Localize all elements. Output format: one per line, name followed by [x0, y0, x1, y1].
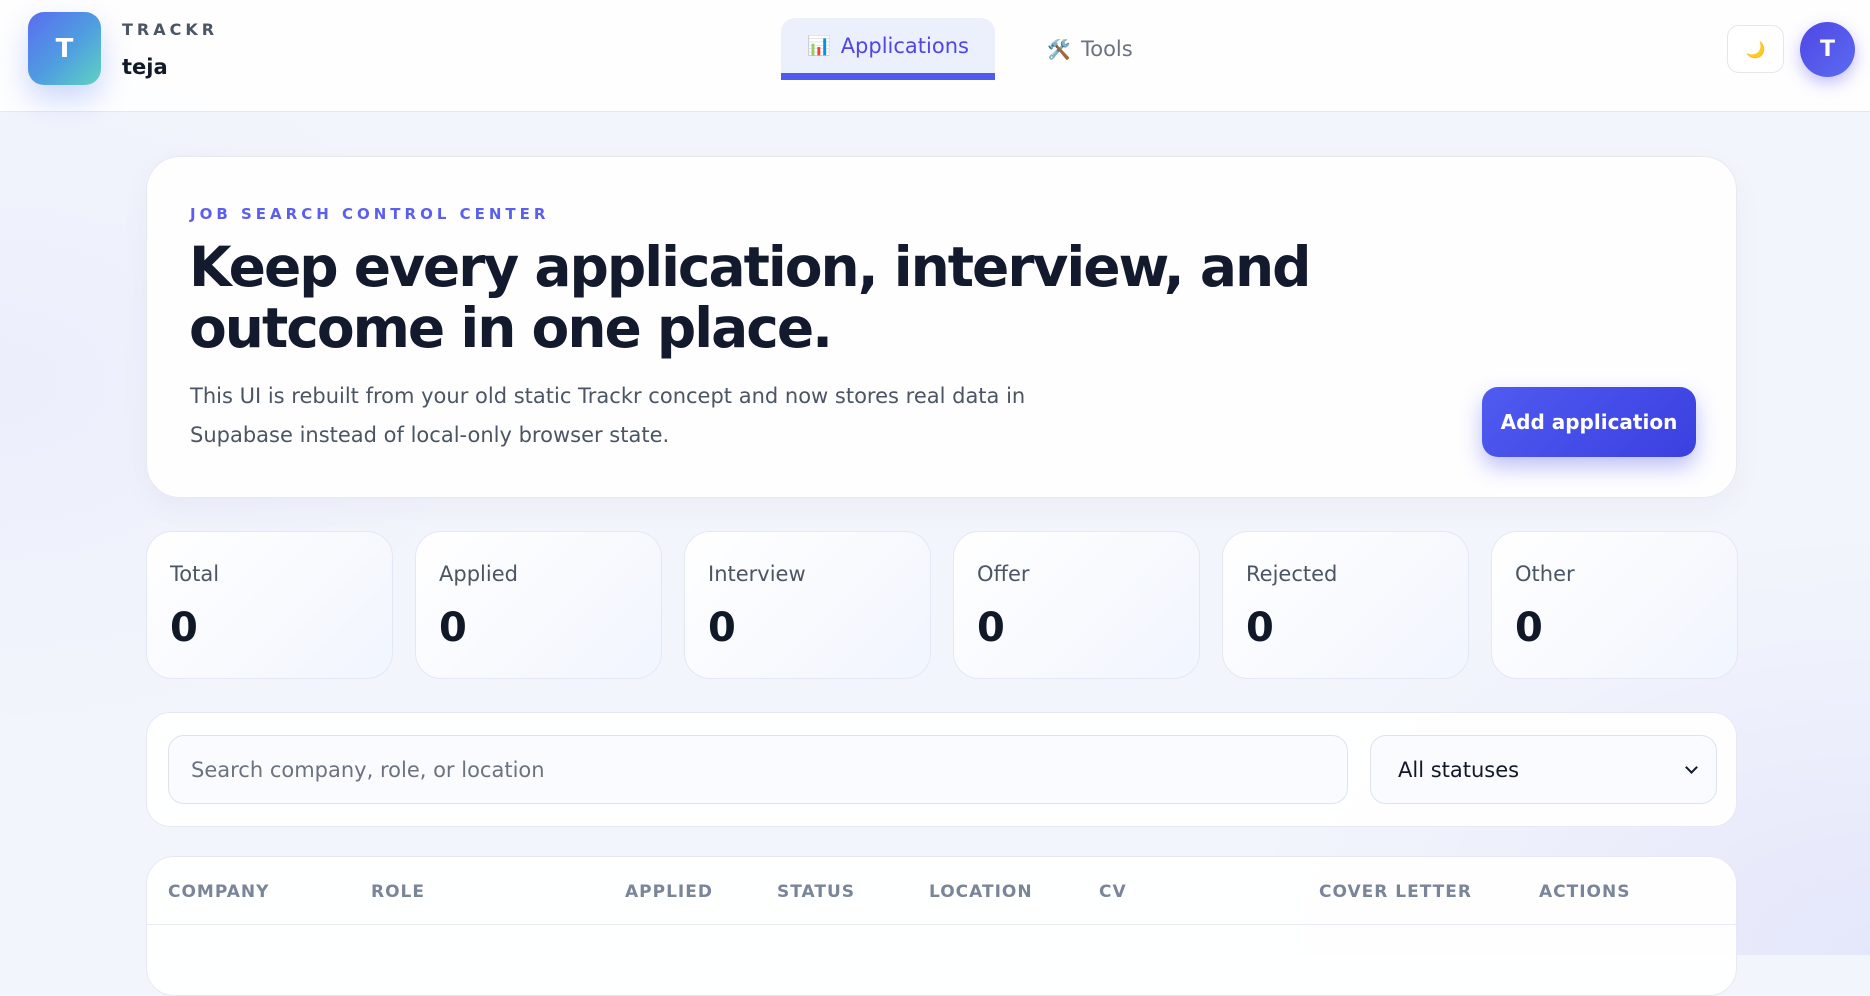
column-header-actions: ACTIONS: [1539, 882, 1631, 902]
tab-applications[interactable]: 📊 Applications: [781, 18, 995, 80]
column-header-status[interactable]: STATUS: [777, 882, 855, 902]
stat-label: Interview: [708, 562, 806, 586]
column-header-company[interactable]: COMPANY: [168, 882, 269, 902]
status-filter-value: All statuses: [1398, 757, 1520, 782]
column-header-applied[interactable]: APPLIED: [625, 882, 713, 902]
stat-card-other: Other 0: [1491, 531, 1738, 679]
tab-tools[interactable]: 🛠️ Tools: [1025, 18, 1155, 80]
table-header: COMPANY ROLE APPLIED STATUS LOCATION CV …: [147, 857, 1736, 925]
moon-icon: 🌙: [1745, 39, 1766, 59]
logo-letter: T: [55, 33, 74, 64]
search-input[interactable]: Search company, role, or location: [168, 735, 1348, 804]
hero-description: This UI is rebuilt from your old static …: [190, 384, 1026, 447]
user-name: teja: [122, 55, 168, 79]
stat-card-offer: Offer 0: [953, 531, 1200, 679]
chevron-down-icon: [1685, 761, 1698, 774]
column-header-cover-letter[interactable]: COVER LETTER: [1319, 882, 1472, 902]
app-logo[interactable]: T: [28, 12, 101, 85]
tab-tools-label: Tools: [1080, 37, 1133, 61]
bar-chart-icon: 📊: [807, 35, 831, 57]
tab-applications-label: Applications: [840, 33, 969, 58]
theme-toggle-button[interactable]: 🌙: [1727, 25, 1784, 73]
stat-card-interview: Interview 0: [684, 531, 931, 679]
hero-kicker: JOB SEARCH CONTROL CENTER: [190, 205, 550, 223]
applications-table: COMPANY ROLE APPLIED STATUS LOCATION CV …: [146, 856, 1737, 996]
filter-bar: Search company, role, or location All st…: [146, 712, 1737, 827]
page-title: Keep every application, interview, and o…: [189, 235, 1311, 360]
status-filter-select[interactable]: All statuses: [1370, 735, 1717, 804]
column-header-cv[interactable]: CV: [1099, 882, 1127, 902]
tools-icon: 🛠️: [1047, 38, 1071, 61]
stat-card-applied: Applied 0: [415, 531, 662, 679]
stat-label: Other: [1515, 562, 1575, 586]
stat-value: 0: [1246, 605, 1274, 651]
stat-value: 0: [170, 605, 198, 651]
stat-label: Offer: [977, 562, 1030, 586]
stat-label: Rejected: [1246, 562, 1338, 586]
stat-value: 0: [439, 605, 467, 651]
avatar-letter: T: [1819, 37, 1835, 62]
stat-value: 0: [708, 605, 736, 651]
stat-label: Applied: [439, 562, 518, 586]
stat-value: 0: [977, 605, 1005, 651]
stat-card-total: Total 0: [146, 531, 393, 679]
column-header-location[interactable]: LOCATION: [929, 882, 1033, 902]
hero-card: JOB SEARCH CONTROL CENTER Keep every app…: [146, 156, 1737, 498]
stat-value: 0: [1515, 605, 1543, 651]
stat-label: Total: [170, 562, 220, 586]
add-application-button[interactable]: Add application: [1482, 387, 1696, 457]
search-placeholder: Search company, role, or location: [191, 757, 545, 782]
stat-card-rejected: Rejected 0: [1222, 531, 1469, 679]
column-header-role[interactable]: ROLE: [371, 882, 425, 902]
top-bar: T TRACKR teja 📊 Applications 🛠️ Tools 🌙 …: [0, 0, 1870, 112]
brand-name: TRACKR: [122, 20, 219, 39]
avatar[interactable]: T: [1800, 22, 1855, 77]
